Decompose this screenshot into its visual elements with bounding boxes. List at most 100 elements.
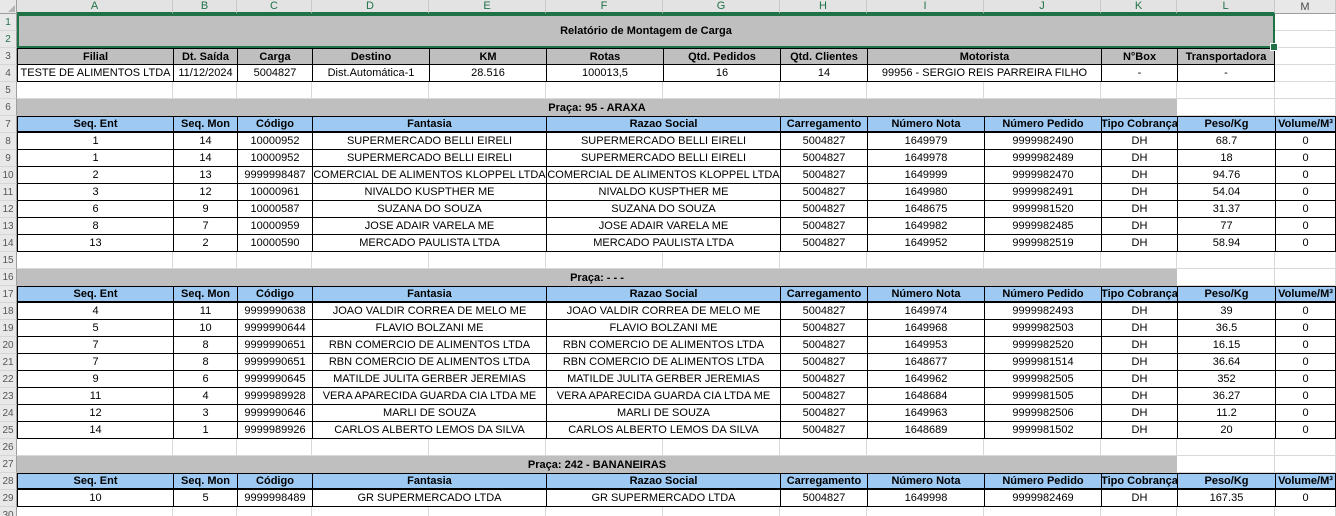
- detail-header-cell[interactable]: Volume/M³: [1275, 286, 1336, 303]
- row-number-13[interactable]: 13: [0, 218, 17, 235]
- cell[interactable]: [17, 439, 173, 456]
- cell[interactable]: 5004827: [780, 388, 867, 405]
- cell[interactable]: 1649980: [867, 184, 984, 201]
- cell[interactable]: [1275, 456, 1336, 473]
- cell[interactable]: [1275, 65, 1336, 82]
- cell[interactable]: [867, 439, 984, 456]
- cell[interactable]: 54.04: [1177, 184, 1275, 201]
- cell[interactable]: 10000959: [237, 218, 312, 235]
- cell[interactable]: DH: [1101, 150, 1177, 167]
- praca-band[interactable]: Praça: 242 - BANANEIRAS: [17, 456, 1177, 473]
- cell[interactable]: VERA APARECIDA GUARDA CIA LTDA ME: [312, 388, 546, 405]
- cell[interactable]: JOAO VALDIR CORREA DE MELO ME: [546, 303, 780, 320]
- select-all-corner[interactable]: [0, 0, 17, 14]
- column-header-A[interactable]: A: [17, 0, 173, 14]
- report-title-cell[interactable]: Relatório de Montagem de Carga: [17, 14, 1278, 51]
- cell[interactable]: 9999981502: [984, 422, 1101, 439]
- cell[interactable]: [237, 82, 312, 99]
- cell[interactable]: 0: [1275, 490, 1336, 507]
- cell[interactable]: [546, 439, 663, 456]
- cell[interactable]: 1649968: [867, 320, 984, 337]
- cell[interactable]: 13: [173, 167, 237, 184]
- cell[interactable]: [237, 507, 312, 516]
- detail-header-cell[interactable]: Código: [237, 473, 312, 490]
- cell[interactable]: 12: [17, 405, 173, 422]
- cell[interactable]: 3: [17, 184, 173, 201]
- cell[interactable]: 13: [17, 235, 173, 252]
- cell[interactable]: 1649962: [867, 371, 984, 388]
- row-number-21[interactable]: 21: [0, 354, 17, 371]
- cell[interactable]: FLAVIO BOLZANI ME: [312, 320, 546, 337]
- detail-header-cell[interactable]: Seq. Ent: [17, 286, 173, 303]
- cell[interactable]: 77: [1177, 218, 1275, 235]
- cell[interactable]: [429, 439, 546, 456]
- cell[interactable]: 1649974: [867, 303, 984, 320]
- cell[interactable]: 9999990651: [237, 354, 312, 371]
- cell[interactable]: [312, 82, 429, 99]
- cell[interactable]: NIVALDO KUSPTHER ME: [546, 184, 780, 201]
- detail-header-cell[interactable]: Tipo Cobrança: [1101, 286, 1177, 303]
- cell[interactable]: [237, 439, 312, 456]
- cell[interactable]: 58.94: [1177, 235, 1275, 252]
- cell[interactable]: GR SUPERMERCADO LTDA: [546, 490, 780, 507]
- cell[interactable]: 9999982503: [984, 320, 1101, 337]
- cell[interactable]: [1275, 14, 1336, 31]
- cell[interactable]: MARLI DE SOUZA: [312, 405, 546, 422]
- cell[interactable]: SUPERMERCADO BELLI EIRELI: [546, 133, 780, 150]
- row-number-1[interactable]: 1: [0, 14, 17, 31]
- cell[interactable]: 0: [1275, 320, 1336, 337]
- cell[interactable]: 5: [173, 490, 237, 507]
- cell[interactable]: 5004827: [780, 337, 867, 354]
- cell[interactable]: MARLI DE SOUZA: [546, 405, 780, 422]
- cell[interactable]: 1648689: [867, 422, 984, 439]
- cell[interactable]: 1: [17, 150, 173, 167]
- row-number-26[interactable]: 26: [0, 439, 17, 456]
- row-number-20[interactable]: 20: [0, 337, 17, 354]
- cell[interactable]: [1275, 439, 1336, 456]
- cell[interactable]: [173, 252, 237, 269]
- row-number-3[interactable]: 3: [0, 48, 17, 65]
- summary-header-cell[interactable]: Motorista: [867, 48, 1101, 65]
- detail-header-cell[interactable]: Número Nota: [867, 473, 984, 490]
- cell[interactable]: DH: [1101, 303, 1177, 320]
- cell[interactable]: [780, 252, 867, 269]
- detail-header-cell[interactable]: Seq. Ent: [17, 473, 173, 490]
- summary-value-cell[interactable]: 99956 - SERGIO REIS PARREIRA FILHO: [867, 65, 1101, 82]
- cell[interactable]: [663, 439, 780, 456]
- row-number-19[interactable]: 19: [0, 320, 17, 337]
- detail-header-cell[interactable]: Número Nota: [867, 116, 984, 133]
- summary-header-cell[interactable]: Qtd. Clientes: [780, 48, 867, 65]
- cell[interactable]: DH: [1101, 201, 1177, 218]
- cell[interactable]: 1649963: [867, 405, 984, 422]
- cell[interactable]: 0: [1275, 388, 1336, 405]
- cell[interactable]: DH: [1101, 133, 1177, 150]
- cell[interactable]: [173, 507, 237, 516]
- cell[interactable]: [1101, 82, 1177, 99]
- cell[interactable]: [1275, 269, 1336, 286]
- detail-header-cell[interactable]: Carregamento: [780, 473, 867, 490]
- detail-header-cell[interactable]: Número Nota: [867, 286, 984, 303]
- cell[interactable]: 9999990638: [237, 303, 312, 320]
- summary-value-cell[interactable]: 11/12/2024: [173, 65, 237, 82]
- cell[interactable]: [867, 252, 984, 269]
- cell[interactable]: 9: [17, 371, 173, 388]
- column-header-H[interactable]: H: [780, 0, 867, 14]
- detail-header-cell[interactable]: Fantasia: [312, 473, 546, 490]
- cell[interactable]: 9999990645: [237, 371, 312, 388]
- detail-header-cell[interactable]: Carregamento: [780, 286, 867, 303]
- detail-header-cell[interactable]: Seq. Mon: [173, 473, 237, 490]
- cell[interactable]: 9999981505: [984, 388, 1101, 405]
- cell[interactable]: 36.5: [1177, 320, 1275, 337]
- summary-value-cell[interactable]: -: [1177, 65, 1275, 82]
- cell[interactable]: 0: [1275, 167, 1336, 184]
- cell[interactable]: 5004827: [780, 303, 867, 320]
- column-header-C[interactable]: C: [237, 0, 312, 14]
- detail-header-cell[interactable]: Carregamento: [780, 116, 867, 133]
- cell[interactable]: [1275, 252, 1336, 269]
- cell[interactable]: [429, 82, 546, 99]
- row-number-4[interactable]: 4: [0, 65, 17, 82]
- cell[interactable]: RBN COMERCIO DE ALIMENTOS LTDA: [312, 337, 546, 354]
- cell[interactable]: 8: [173, 337, 237, 354]
- cell[interactable]: 7: [17, 337, 173, 354]
- cell[interactable]: 1: [17, 133, 173, 150]
